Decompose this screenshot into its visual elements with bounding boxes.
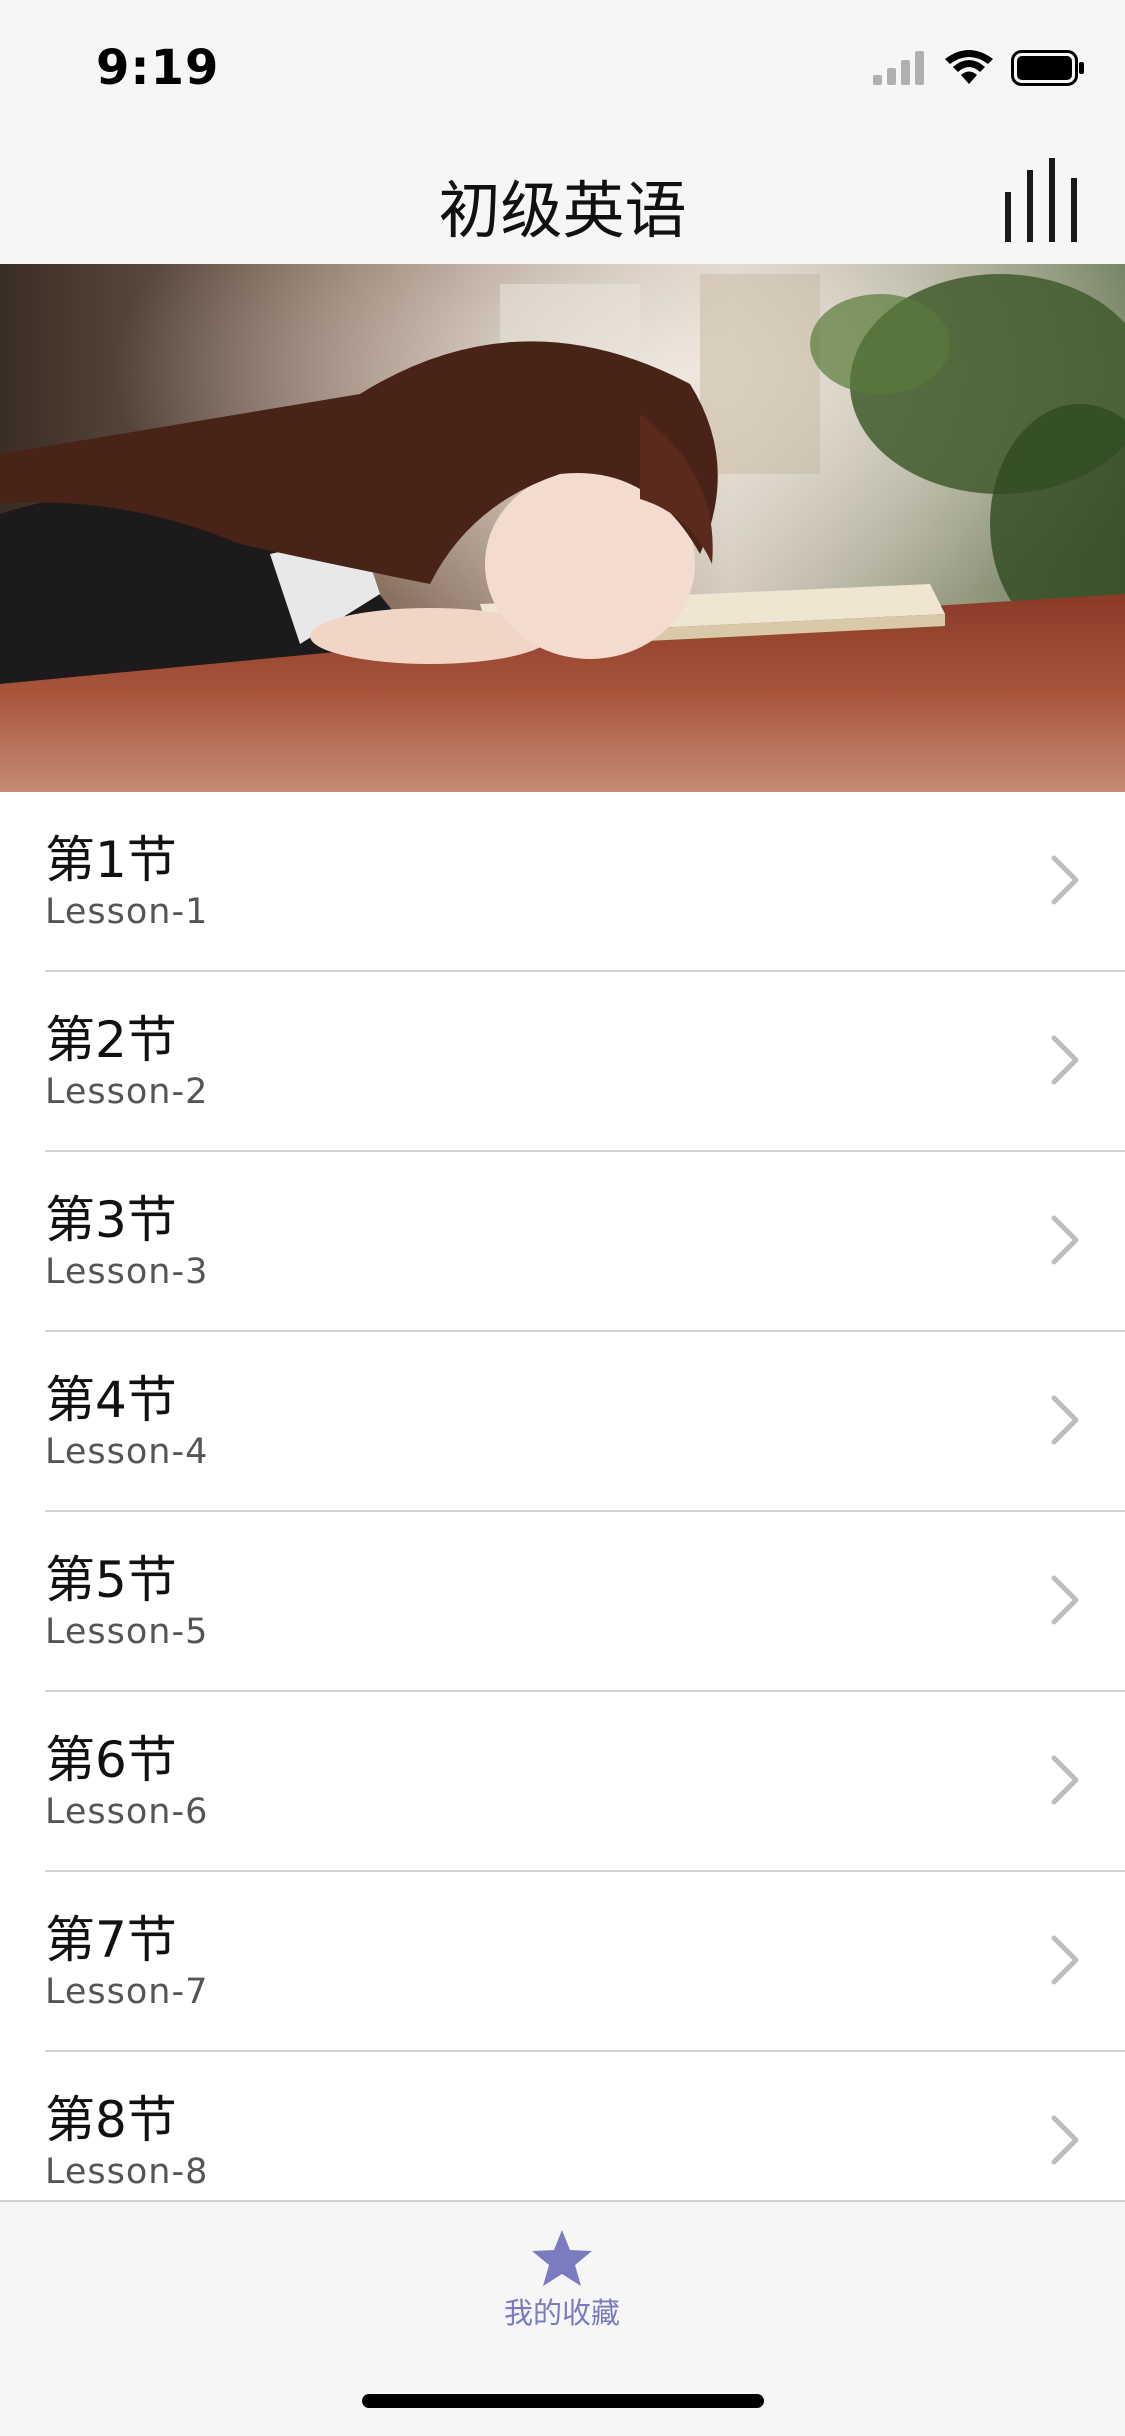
- star-icon: [532, 2230, 592, 2286]
- lesson-row-1[interactable]: 第1节 Lesson-1: [0, 792, 1125, 972]
- lesson-row-5[interactable]: 第5节 Lesson-5: [0, 1512, 1125, 1692]
- lesson-title: 第7节: [45, 1911, 177, 1969]
- chevron-right-icon: [1051, 1035, 1079, 1085]
- chevron-right-icon: [1051, 1215, 1079, 1265]
- status-time: 9:19: [96, 40, 220, 96]
- navigation-bar: 初级英语: [0, 132, 1125, 264]
- status-icons: [873, 50, 1085, 90]
- wifi-icon: [945, 50, 993, 90]
- chevron-right-icon: [1051, 1395, 1079, 1445]
- lesson-title: 第1节: [45, 831, 177, 889]
- status-bar: 9:19: [0, 0, 1125, 132]
- lesson-subtitle: Lesson-3: [45, 1252, 209, 1292]
- home-indicator: [362, 2394, 764, 2408]
- lesson-row-6[interactable]: 第6节 Lesson-6: [0, 1692, 1125, 1872]
- lesson-title: 第4节: [45, 1371, 177, 1429]
- lesson-title: 第3节: [45, 1191, 177, 1249]
- lesson-subtitle: Lesson-1: [45, 892, 209, 932]
- lesson-subtitle: Lesson-6: [45, 1792, 209, 1832]
- app-screen: 9:19 初级英语 第1节 Lesson-1 第2节 Lesson-2 第3节 …: [0, 0, 1125, 2436]
- stats-button[interactable]: [1003, 152, 1083, 244]
- tab-favorites[interactable]: 我的收藏: [462, 2228, 662, 2348]
- lesson-row-2[interactable]: 第2节 Lesson-2: [0, 972, 1125, 1152]
- lesson-subtitle: Lesson-2: [45, 1072, 209, 1112]
- lesson-list: 第1节 Lesson-1 第2节 Lesson-2 第3节 Lesson-3 第…: [0, 792, 1125, 2200]
- tab-label: 我的收藏: [503, 2296, 620, 2330]
- lesson-row-4[interactable]: 第4节 Lesson-4: [0, 1332, 1125, 1512]
- lesson-title: 第5节: [45, 1551, 177, 1609]
- lesson-title: 第8节: [45, 2091, 177, 2149]
- lesson-subtitle: Lesson-7: [45, 1972, 209, 2012]
- page-title: 初级英语: [438, 174, 687, 247]
- battery-icon: [1011, 50, 1085, 90]
- lesson-title: 第2节: [45, 1011, 177, 1069]
- cellular-signal-icon: [873, 51, 927, 89]
- banner-image: [0, 264, 1125, 792]
- lesson-subtitle: Lesson-5: [45, 1612, 209, 1652]
- chevron-right-icon: [1051, 1935, 1079, 1985]
- lesson-row-7[interactable]: 第7节 Lesson-7: [0, 1872, 1125, 2052]
- chevron-right-icon: [1051, 855, 1079, 905]
- stats-bars-icon: [1005, 158, 1077, 242]
- lesson-subtitle: Lesson-8: [45, 2152, 209, 2192]
- lesson-row-3[interactable]: 第3节 Lesson-3: [0, 1152, 1125, 1332]
- lesson-row-8[interactable]: 第8节 Lesson-8: [0, 2052, 1125, 2200]
- chevron-right-icon: [1051, 2115, 1079, 2165]
- chevron-right-icon: [1051, 1755, 1079, 1805]
- lesson-subtitle: Lesson-4: [45, 1432, 209, 1472]
- chevron-right-icon: [1051, 1575, 1079, 1625]
- lesson-title: 第6节: [45, 1731, 177, 1789]
